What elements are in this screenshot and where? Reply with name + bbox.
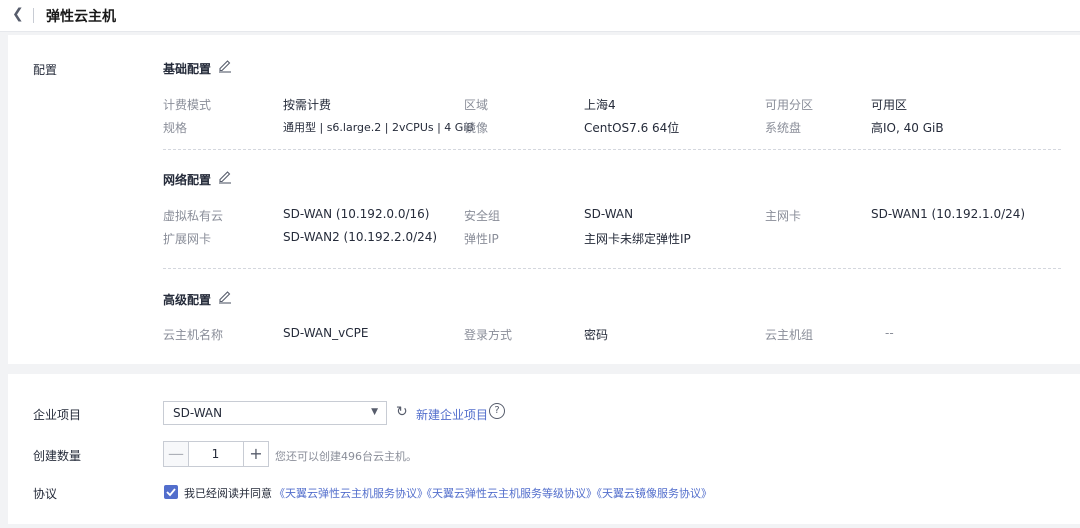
dropdown-caret-icon: ▼ — [371, 407, 378, 417]
login-method-value: 密码 — [584, 328, 609, 342]
ext-nic-label: 扩展网卡 — [163, 232, 212, 246]
config-summary-card: 配置 基础配置 计费模式 按需计费 区域 上海4 可用分区 可用区 规格 通用型… — [8, 35, 1080, 364]
basic-config-title: 基础配置 — [163, 62, 212, 76]
region-value: 上海4 — [584, 98, 616, 112]
instance-name-label: 云主机名称 — [163, 328, 224, 342]
region-label: 区域 — [464, 98, 489, 112]
edit-basic-config-icon[interactable] — [217, 57, 233, 73]
project-select-value: SD-WAN — [173, 406, 223, 420]
agreement-text: 我已经阅读并同意 — [184, 487, 272, 500]
section-divider — [163, 268, 1061, 269]
az-value: 可用区 — [871, 98, 908, 112]
disk-value: 高IO, 40 GiB — [871, 121, 944, 135]
header-divider — [33, 8, 34, 23]
quantity-stepper: — + — [163, 441, 269, 467]
security-group-label: 安全组 — [464, 209, 501, 223]
help-icon[interactable]: ? — [489, 403, 505, 419]
config-label: 配置 — [33, 63, 58, 77]
agreement-label: 协议 — [33, 487, 58, 501]
billing-label: 计费模式 — [163, 98, 212, 112]
page-title: 弹性云主机 — [46, 9, 116, 25]
section-divider — [163, 149, 1061, 150]
page-header: ❮ 弹性云主机 — [0, 0, 1080, 32]
primary-nic-value: SD-WAN1 (10.192.1.0/24) — [871, 207, 1026, 221]
chevron-left-icon[interactable]: ❮ — [12, 6, 24, 22]
primary-nic-label: 主网卡 — [765, 209, 802, 223]
image-service-agreement-link[interactable]: 《天翼云镜像服务协议》 — [591, 485, 712, 501]
spec-value: 通用型 | s6.large.2 | 2vCPUs | 4 GiB — [283, 121, 474, 134]
ecs-sla-link[interactable]: 《天翼云弹性云主机服务等级协议》 — [421, 485, 597, 501]
disk-label: 系统盘 — [765, 121, 802, 135]
image-value: CentOS7.6 64位 — [584, 121, 680, 135]
network-config-title: 网络配置 — [163, 173, 212, 187]
advanced-config-title: 高级配置 — [163, 293, 212, 307]
edit-network-config-icon[interactable] — [217, 168, 233, 184]
agreement-checkbox[interactable] — [164, 485, 178, 499]
login-method-label: 登录方式 — [464, 328, 513, 342]
az-label: 可用分区 — [765, 98, 814, 112]
instance-group-value: -- — [885, 326, 894, 340]
eip-value: 主网卡未绑定弹性IP — [584, 232, 691, 246]
increment-button[interactable]: + — [243, 442, 268, 466]
vpc-label: 虚拟私有云 — [163, 209, 224, 223]
order-form-card: 企业项目 SD-WAN ▼ ↻ 新建企业项目 ? 创建数量 — + 您还可以创建… — [8, 374, 1080, 524]
security-group-value: SD-WAN — [584, 207, 634, 221]
instance-name-value: SD-WAN_vCPE — [283, 326, 369, 340]
checkmark-icon — [166, 488, 176, 497]
image-label: 镜像 — [464, 121, 489, 135]
vpc-value: SD-WAN (10.192.0.0/16) — [283, 207, 430, 221]
new-project-link[interactable]: 新建企业项目 — [416, 406, 488, 423]
ext-nic-value: SD-WAN2 (10.192.2.0/24) — [283, 230, 438, 244]
project-select[interactable]: SD-WAN ▼ — [163, 401, 387, 425]
edit-advanced-config-icon[interactable] — [217, 288, 233, 304]
refresh-icon[interactable]: ↻ — [396, 404, 408, 420]
ecs-service-agreement-link[interactable]: 《天翼云弹性云主机服务协议》 — [274, 485, 428, 501]
spec-label: 规格 — [163, 121, 188, 135]
project-label: 企业项目 — [33, 408, 82, 422]
quantity-label: 创建数量 — [33, 449, 82, 463]
eip-label: 弹性IP — [464, 232, 499, 246]
instance-group-label: 云主机组 — [765, 328, 814, 342]
quantity-input[interactable] — [189, 442, 242, 466]
decrement-button[interactable]: — — [164, 442, 189, 466]
quantity-hint: 您还可以创建496台云主机。 — [275, 450, 417, 463]
billing-value: 按需计费 — [283, 98, 332, 112]
